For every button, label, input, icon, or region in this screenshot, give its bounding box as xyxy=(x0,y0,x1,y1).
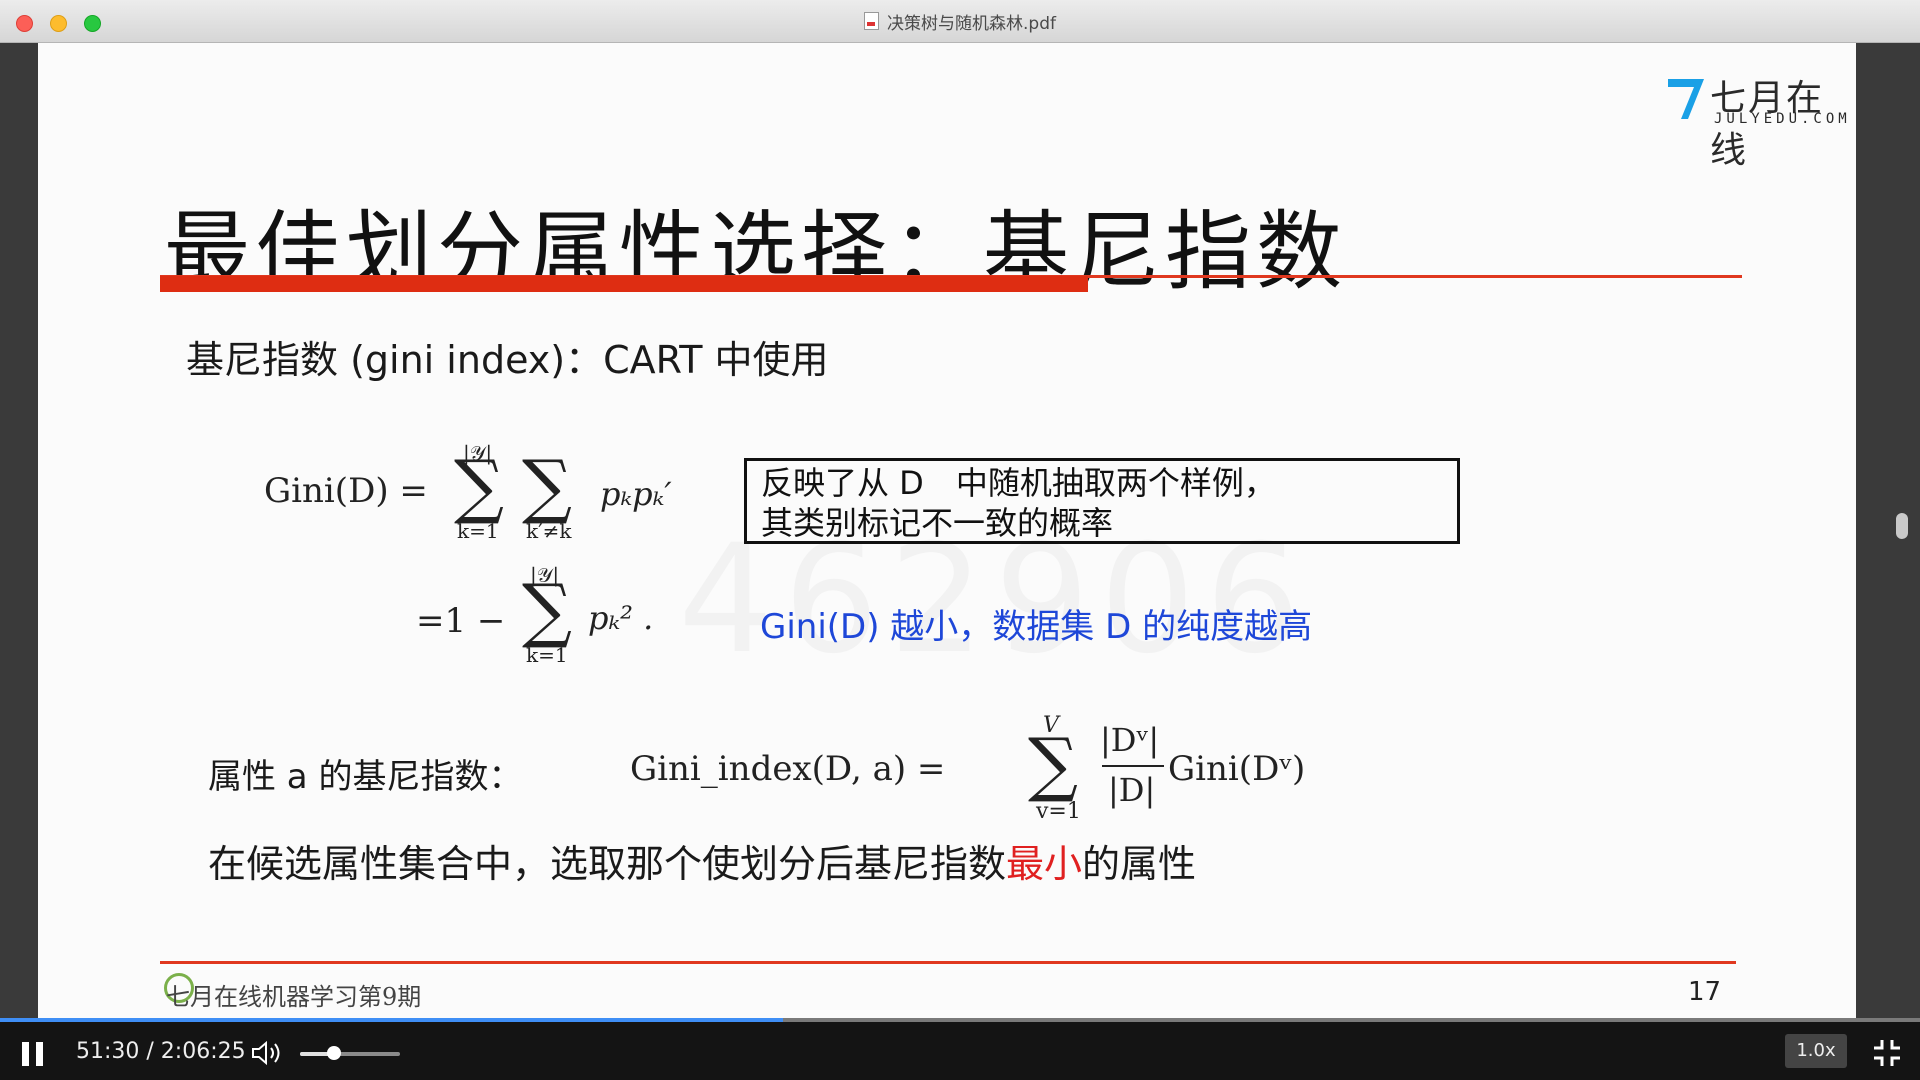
pdf-viewport[interactable]: 七月在线 JULYEDU.COM 最佳划分属性选择：基尼指数 基尼指数 (gin… xyxy=(0,43,1920,1023)
slide-page: 七月在线 JULYEDU.COM 最佳划分属性选择：基尼指数 基尼指数 (gin… xyxy=(38,43,1856,1023)
volume-slider-handle[interactable] xyxy=(327,1046,341,1060)
volume-icon[interactable] xyxy=(250,1038,284,1068)
sum4-upper-limit: V xyxy=(1043,713,1059,738)
gini-lhs: Gini(D) = xyxy=(264,471,428,511)
fraction-denominator: |D| xyxy=(1108,771,1156,809)
brand-url: JULYEDU.COM xyxy=(1714,111,1851,127)
window-titlebar: 决策树与随机森林.pdf xyxy=(0,0,1920,43)
gini-index-rhs: Gini(Dᵛ) xyxy=(1168,749,1306,789)
playback-time: 51:30 / 2:06:25 xyxy=(76,1039,246,1064)
attr-gini-label: 属性 a 的基尼指数： xyxy=(208,757,523,797)
window-title-area: 决策树与随机森林.pdf xyxy=(0,0,1920,42)
page-number: 17 xyxy=(1688,977,1722,1007)
conclusion-post: 的属性 xyxy=(1082,842,1197,886)
title-rule-thick xyxy=(160,276,1088,292)
exit-fullscreen-icon[interactable] xyxy=(1872,1038,1902,1068)
sum4-lower-limit: v=1 xyxy=(1036,799,1081,824)
purity-note: Gini(D) 越小，数据集 D 的纯度越高 xyxy=(760,607,1313,647)
gini-line2-prefix: =1 − xyxy=(416,601,506,641)
sum3-lower-limit: k=1 xyxy=(526,643,568,667)
conclusion-pre: 在候选属性集合中，选取那个使划分后基尼指数 xyxy=(208,842,1007,886)
gini-term-pk2: pₖ² . xyxy=(588,599,654,637)
playback-speed-button[interactable]: 1.0x xyxy=(1785,1034,1847,1068)
fraction-bar xyxy=(1102,765,1164,767)
fraction-numerator: |Dᵛ| xyxy=(1100,721,1160,759)
slide-subtitle: 基尼指数 (gini index)：CART 中使用 xyxy=(186,338,829,382)
gini-index-lhs: Gini_index(D, a) = xyxy=(630,749,946,789)
gini-term-pk: pₖpₖ′ xyxy=(600,475,672,513)
vertical-scrollbar[interactable] xyxy=(1896,513,1908,539)
video-controls: 51:30 / 2:06:25 1.0x xyxy=(0,1022,1920,1080)
sum-symbol-4: ∑ xyxy=(1028,723,1078,805)
footer-course-name: 七月在线机器学习第9期 xyxy=(166,983,422,1011)
pdf-file-icon xyxy=(864,12,879,30)
explanation-line-1: 反映了从 D 中随机抽取两个样例， xyxy=(761,464,1276,502)
pause-icon[interactable] xyxy=(22,1042,44,1066)
sum-symbol-2: ∑ xyxy=(522,445,572,527)
footer-rule xyxy=(160,961,1736,964)
window-title: 决策树与随机森林.pdf xyxy=(887,13,1056,34)
sum3-upper-limit: |𝒴| xyxy=(530,563,560,587)
conclusion-text: 在候选属性集合中，选取那个使划分后基尼指数最小的属性 xyxy=(208,833,1196,888)
sum2-lower-limit: k′≠k xyxy=(526,519,572,543)
conclusion-highlight: 最小 xyxy=(1006,842,1083,886)
sum1-lower-limit: k=1 xyxy=(457,519,499,543)
sum1-upper-limit: |𝒴| xyxy=(463,441,493,465)
julyedu-logo-icon xyxy=(1668,79,1704,119)
